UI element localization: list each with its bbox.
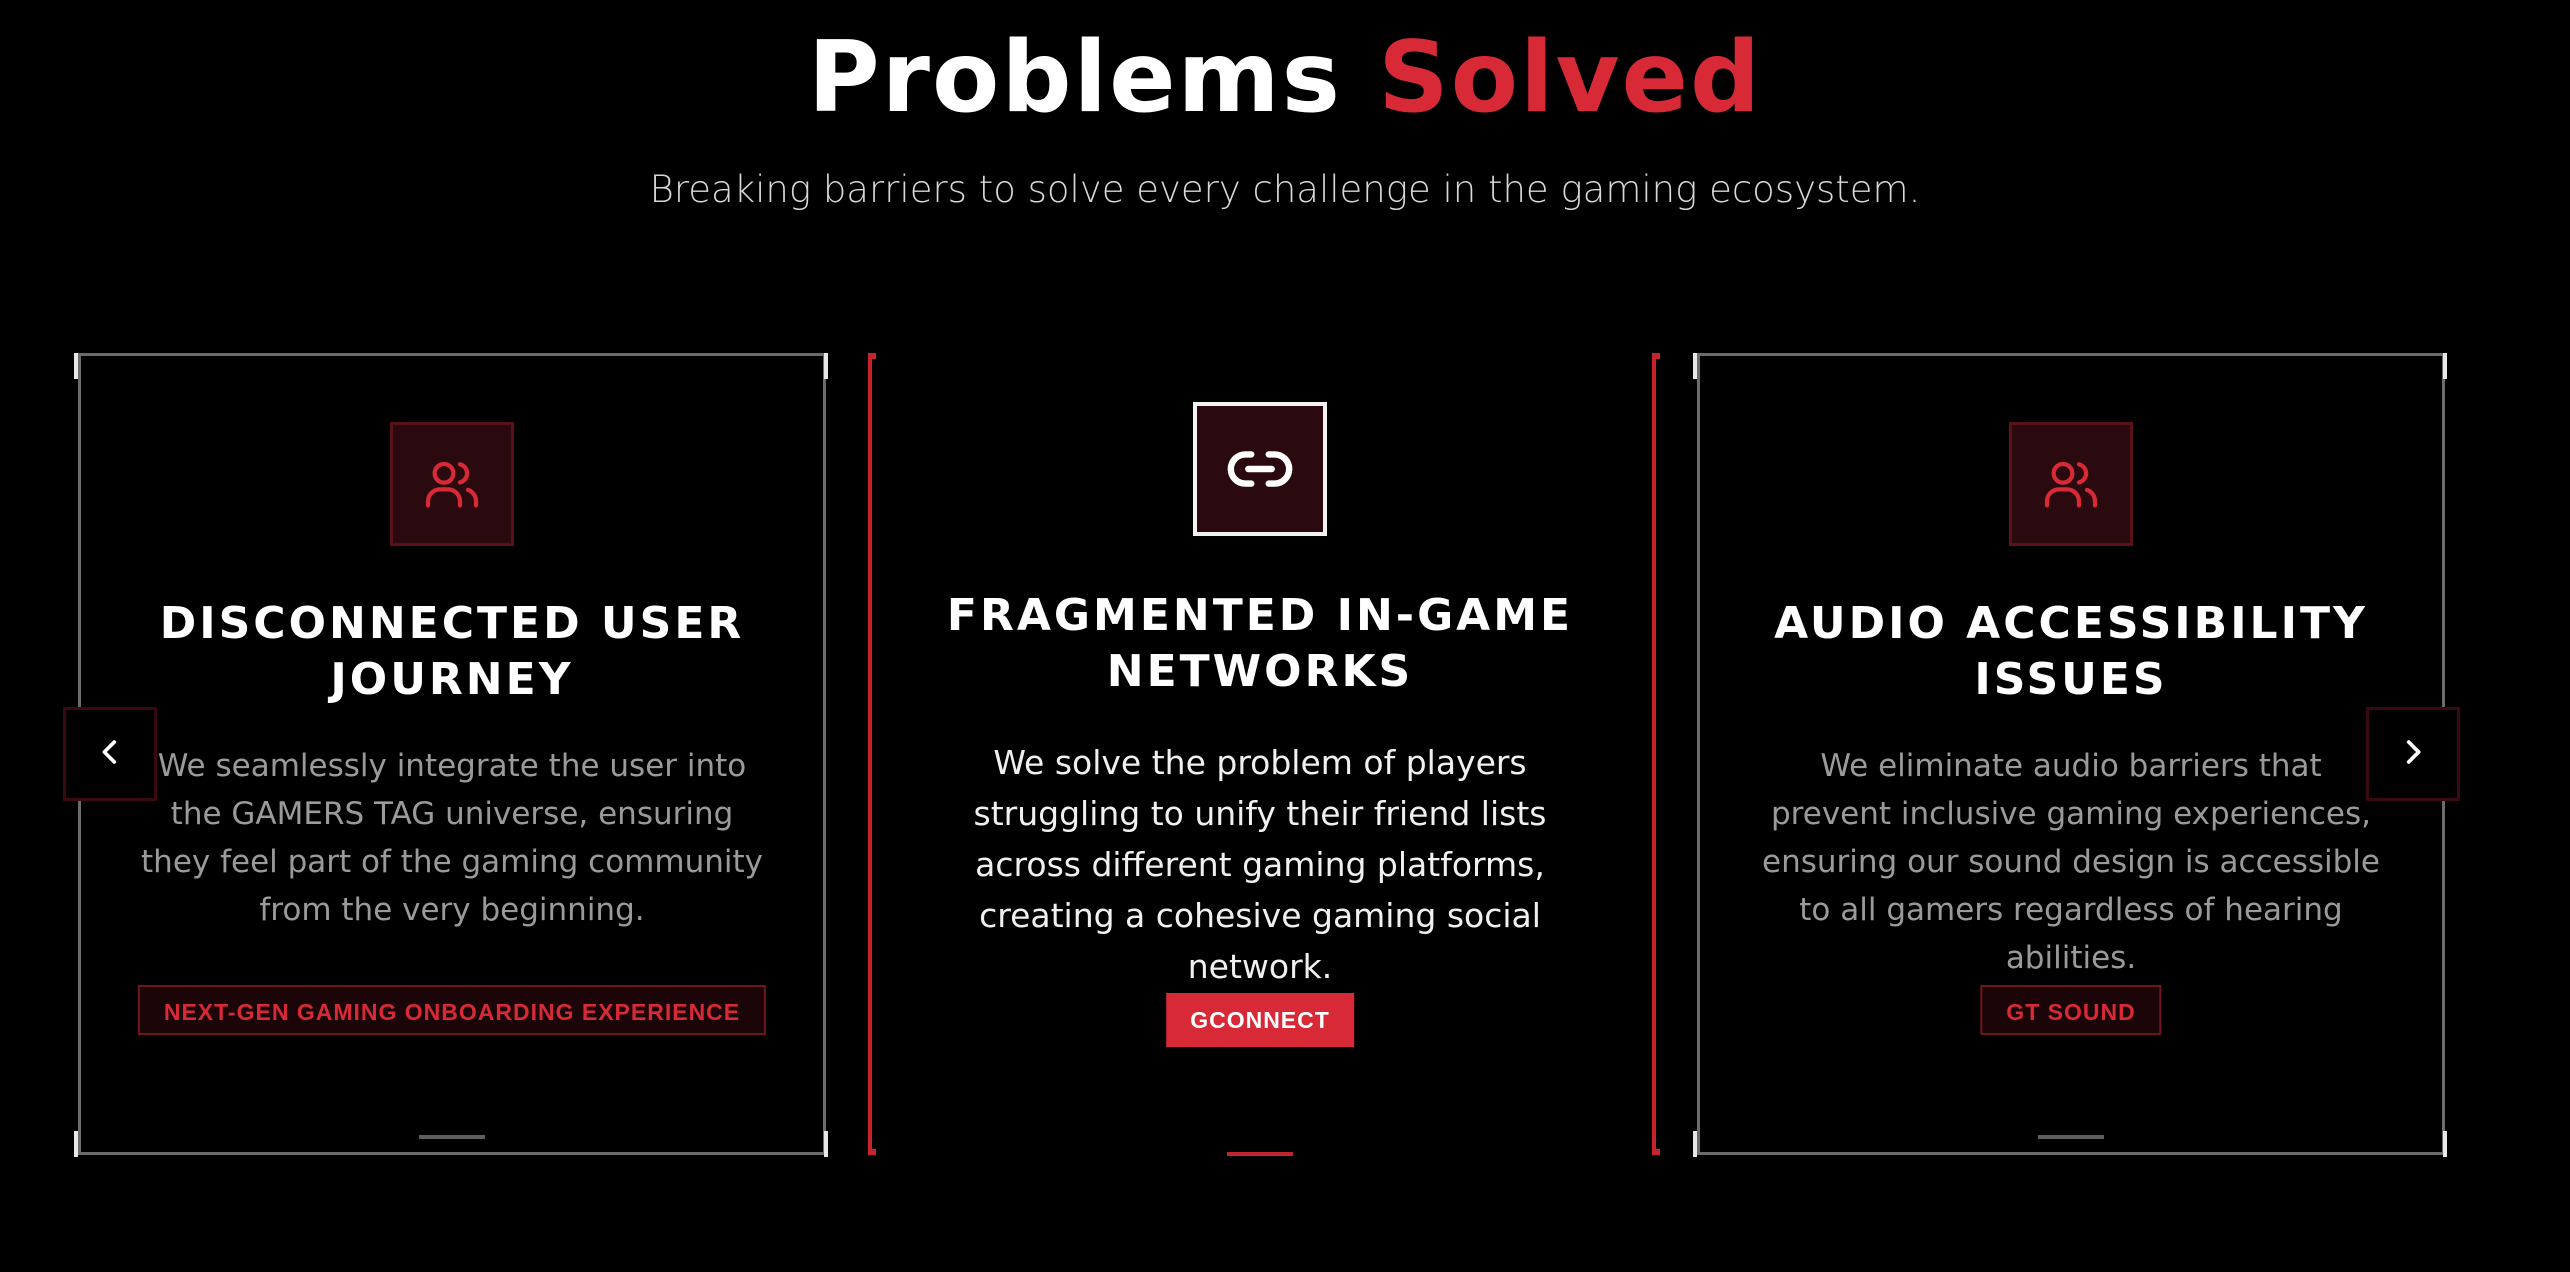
card-corner-mark: [2443, 353, 2447, 379]
card-corner-mark: [74, 353, 78, 379]
card-description: We solve the problem of players struggli…: [973, 743, 1547, 986]
card-corner-mark: [1693, 353, 1697, 379]
link-icon: [1193, 402, 1327, 536]
problem-card-center: FRAGMENTED IN-GAME NETWORKS We solve the…: [880, 353, 1640, 1156]
carousel-prev-button[interactable]: [63, 707, 157, 801]
card-corner-mark: [74, 1131, 78, 1157]
accent-line-cap: [868, 353, 876, 359]
card-corner-mark: [824, 353, 828, 379]
card-title: FRAGMENTED IN-GAME NETWORKS: [946, 590, 1574, 697]
accent-line-cap: [868, 1149, 876, 1155]
card-description: We eliminate audio barriers that prevent…: [1762, 748, 2380, 976]
card-corner-mark: [824, 1131, 828, 1157]
accent-line-cap: [1652, 353, 1660, 359]
card-tag[interactable]: NEXT-GEN GAMING ONBOARDING EXPERIENCE: [137, 985, 767, 1035]
page-title: Problems Solved: [0, 18, 2570, 138]
card-tag[interactable]: GCONNECT: [1166, 993, 1354, 1047]
page-subtitle: Breaking barriers to solve every challen…: [649, 168, 1921, 211]
card-accent-line-right: [1652, 353, 1656, 1155]
carousel-next-button[interactable]: [2366, 707, 2460, 801]
problem-card-right: AUDIO ACCESSIBILITY ISSUES We eliminate …: [1697, 353, 2445, 1155]
card-indicator: [2038, 1135, 2104, 1139]
card-indicator: [1227, 1152, 1293, 1156]
card-tag[interactable]: GT SOUND: [1980, 985, 2162, 1035]
card-corner-mark: [2443, 1131, 2447, 1157]
title-accent: Solved: [1378, 21, 1763, 135]
card-description: We seamlessly integrate the user into th…: [141, 748, 763, 928]
card-indicator: [419, 1135, 485, 1139]
card-title: AUDIO ACCESSIBILITY ISSUES: [1774, 598, 2368, 705]
title-main: Problems: [807, 21, 1342, 135]
users-icon: [2009, 422, 2133, 546]
chevron-left-icon: [93, 735, 127, 774]
card-accent-line-left: [868, 353, 872, 1155]
problem-card-left: DISCONNECTED USER JOURNEY We seamlessly …: [78, 353, 826, 1155]
users-icon: [390, 422, 514, 546]
chevron-right-icon: [2396, 735, 2430, 774]
accent-line-cap: [1652, 1149, 1660, 1155]
card-corner-mark: [1693, 1131, 1697, 1157]
card-title: DISCONNECTED USER JOURNEY: [159, 598, 745, 705]
